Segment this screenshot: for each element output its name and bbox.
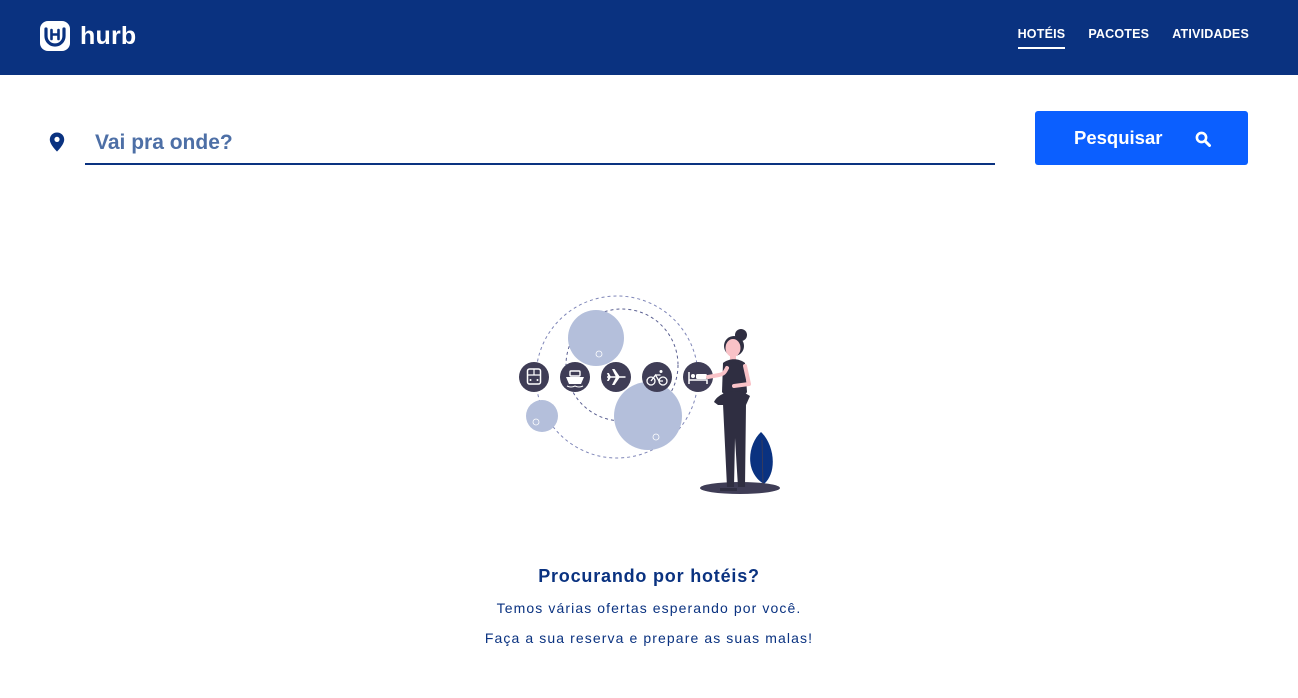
map-pin-icon [49,132,65,152]
nav-hoteis[interactable]: HOTÉIS [1017,26,1066,49]
woman-figure [706,329,751,491]
bus-icon [519,362,549,392]
search-icon [1195,130,1211,147]
nav-pacotes[interactable]: PACOTES [1088,26,1149,49]
destination-input[interactable] [85,123,995,165]
empty-state-line-1: Temos várias ofertas esperando por você. [496,600,802,616]
travel-illustration [512,292,787,500]
main-nav: HOTÉIS PACOTES ATIVIDADES [995,26,1249,49]
nav-atividades[interactable]: ATIVIDADES [1172,26,1249,49]
brand-name: hurb [80,22,137,50]
search-bar: Pesquisar [0,111,1298,167]
search-button[interactable]: Pesquisar [1035,111,1248,165]
hurb-logo-icon [40,21,70,51]
airplane-icon [601,362,631,392]
empty-state-line-2: Faça a sua reserva e prepare as suas mal… [484,630,814,646]
ship-icon [560,362,590,392]
top-header: hurb HOTÉIS PACOTES ATIVIDADES [0,0,1298,75]
bicycle-icon [642,362,672,392]
search-button-label: Pesquisar [1074,127,1163,148]
empty-state-title: Procurando por hotéis? [538,566,760,586]
hurb-logo[interactable]: hurb [40,20,136,52]
